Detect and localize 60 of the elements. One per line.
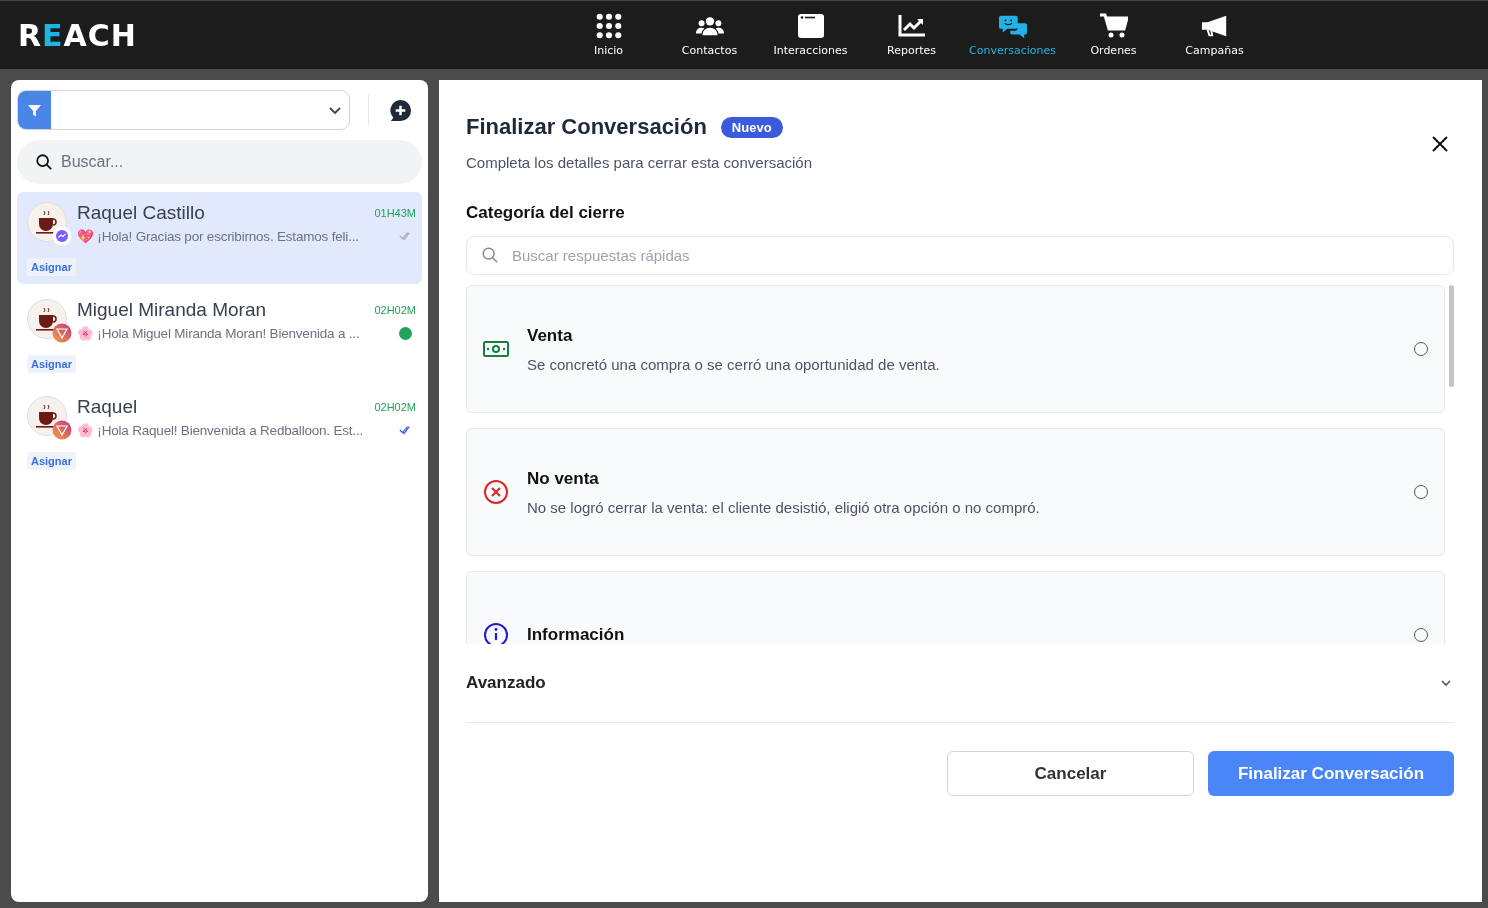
- send-icon: [52, 323, 72, 343]
- option-title: Venta: [527, 325, 574, 346]
- option-description: No se logró cerrar la venta: el cliente desistió, eligió otra opción o no compró.: [527, 498, 1041, 516]
- new-chat-icon[interactable]: [389, 98, 412, 122]
- option-title: No venta: [527, 468, 600, 489]
- option-description: Se concretó una compra o se cerró una oportunidad de venta.: [527, 355, 941, 373]
- search-icon: [481, 246, 499, 264]
- contact-name: Raquel Castillo: [77, 202, 205, 224]
- category-option[interactable]: Venta Se concretó una compra o se cerró una oportunidad de venta.: [466, 285, 1445, 413]
- scroll-thumb[interactable]: [1449, 285, 1454, 387]
- search-field[interactable]: Buscar...: [17, 140, 422, 184]
- chat-icon: [998, 13, 1027, 39]
- messenger-icon: [52, 226, 72, 246]
- assign-tag[interactable]: Asignar: [27, 452, 76, 470]
- category-option[interactable]: Información: [466, 571, 1445, 644]
- message-preview: 💖 ¡Hola! Gracias por escribirnos. Estamos feli...: [77, 228, 359, 244]
- megaphone-icon: [1200, 13, 1229, 39]
- double-check-icon: [399, 230, 411, 242]
- conversation-item[interactable]: Raquel Castillo 01H43M 💖 ¡Hola! Gracias por escribirnos. Estamos feli... Asignar: [17, 192, 422, 284]
- option-title: Información: [527, 625, 626, 644]
- dialog-title: Finalizar Conversación: [466, 114, 707, 140]
- online-dot: [398, 326, 412, 340]
- contact-name: Raquel: [77, 396, 138, 418]
- category-option[interactable]: No venta No se logró cerrar la venta: el cliente desistió, eligió otra opción o no compró.: [466, 428, 1445, 556]
- nav-tab[interactable]: Interacciones: [760, 13, 861, 57]
- assign-tag[interactable]: Asignar: [27, 258, 76, 276]
- nav-tab[interactable]: Campañas: [1164, 13, 1265, 57]
- cancel-button[interactable]: Cancelar: [947, 751, 1194, 796]
- elapsed-time: 02H02M: [374, 401, 416, 413]
- cart-icon: [1099, 13, 1128, 39]
- send-icon: [52, 420, 72, 440]
- search-icon: [35, 153, 53, 171]
- close-icon[interactable]: [1430, 134, 1450, 154]
- x-circle-icon: [483, 479, 509, 505]
- message-preview: 🌸 ¡Hola Raquel! Bienvenida a Redballoon. Est...: [77, 422, 364, 438]
- nav-tab[interactable]: Contactos: [659, 13, 760, 57]
- window-icon: [796, 13, 825, 39]
- elapsed-time: 02H02M: [374, 304, 416, 316]
- conversation-item[interactable]: Miguel Miranda Moran 02H02M 🌸 ¡Hola Miguel Miranda Moran! Bienvenida a ... Asignar: [17, 289, 422, 381]
- section-heading: Categoría del cierre: [466, 203, 626, 223]
- filter-icon: [27, 102, 42, 118]
- message-preview: 🌸 ¡Hola Miguel Miranda Moran! Bienvenida a ...: [77, 325, 360, 341]
- quick-reply-search-field[interactable]: Buscar respuestas rápidas: [466, 236, 1454, 275]
- filter-dropdown[interactable]: [17, 90, 350, 130]
- nav-tab[interactable]: Conversaciones: [962, 13, 1063, 57]
- brand-logo: REACH: [18, 17, 138, 53]
- nav-tab[interactable]: Inicio: [558, 13, 659, 57]
- contact-name: Miguel Miranda Moran: [77, 299, 267, 321]
- advanced-toggle[interactable]: Avanzado: [466, 644, 1454, 723]
- conversation-item[interactable]: Raquel 02H02M 🌸 ¡Hola Raquel! Bienvenida a Redballoon. Est... Asignar: [17, 386, 422, 478]
- dialog-subtitle: Completa los detalles para cerrar esta conversación: [466, 154, 812, 171]
- nav-tab[interactable]: Ordenes: [1063, 13, 1164, 57]
- new-badge: Nuevo: [720, 116, 783, 138]
- nav-tab[interactable]: Reportes: [861, 13, 962, 57]
- info-icon: [483, 622, 509, 644]
- assign-tag[interactable]: Asignar: [27, 355, 76, 373]
- grid-icon: [594, 13, 623, 39]
- chart-icon: [897, 13, 926, 39]
- double-check-icon: [399, 424, 411, 436]
- elapsed-time: 01H43M: [374, 207, 416, 219]
